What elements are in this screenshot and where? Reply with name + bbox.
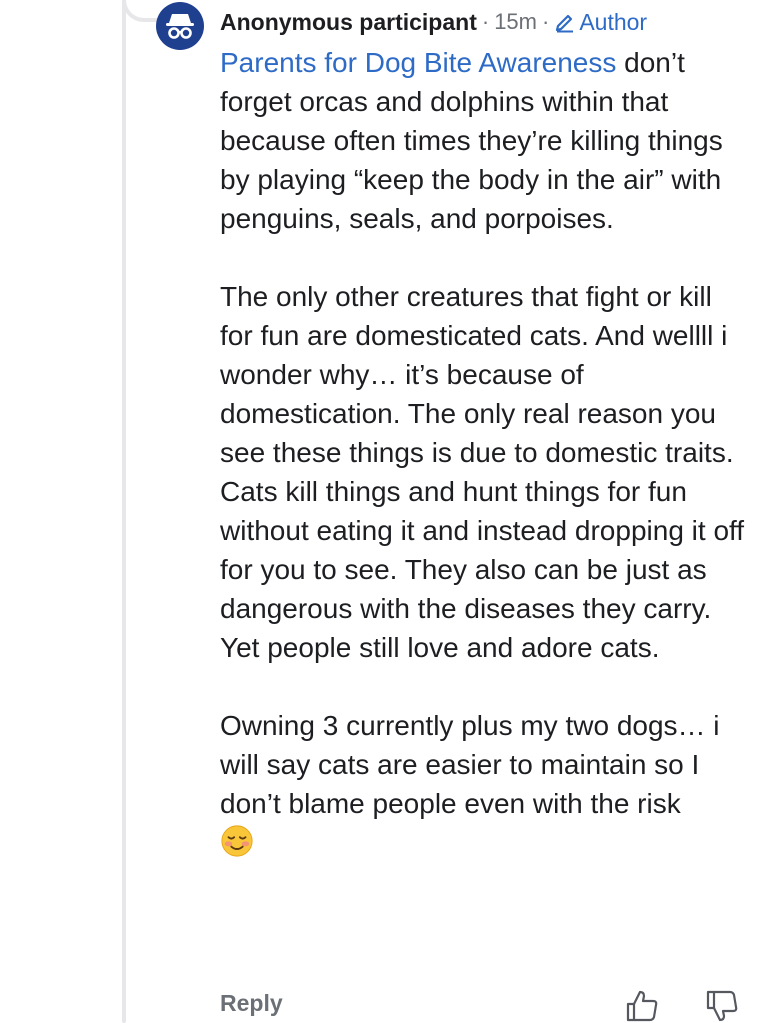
comment-paragraph: The only other creatures that fight or k… [220, 281, 745, 663]
comment-header: Anonymous participant · 15m · Author [220, 6, 647, 38]
pencil-icon [556, 14, 574, 33]
comment-paragraph: Owning 3 currently plus my two dogs… i w… [220, 706, 750, 862]
incognito-icon [166, 14, 194, 39]
smiling-face-with-blush-icon [221, 825, 253, 857]
thumbs-down-icon[interactable] [704, 988, 740, 1023]
thumbs-up-icon[interactable] [624, 988, 660, 1023]
author-name[interactable]: Anonymous participant [220, 9, 477, 36]
avatar[interactable] [156, 2, 204, 50]
reply-button[interactable]: Reply [220, 990, 283, 1017]
meta-separator: · [481, 9, 490, 34]
author-badge-label: Author [579, 8, 648, 35]
mention-link[interactable]: Parents for Dog Bite Awareness [220, 47, 616, 78]
comment-paragraph: Parents for Dog Bite Awareness don’t for… [220, 43, 750, 238]
author-badge: Author [554, 9, 647, 36]
meta-separator: · [541, 9, 550, 34]
timestamp: 15m [494, 9, 537, 34]
paragraph-text: Owning 3 currently plus my two dogs… i w… [220, 710, 720, 819]
comment-body: Parents for Dog Bite Awareness don’t for… [220, 43, 750, 862]
thread-line [122, 0, 126, 1023]
